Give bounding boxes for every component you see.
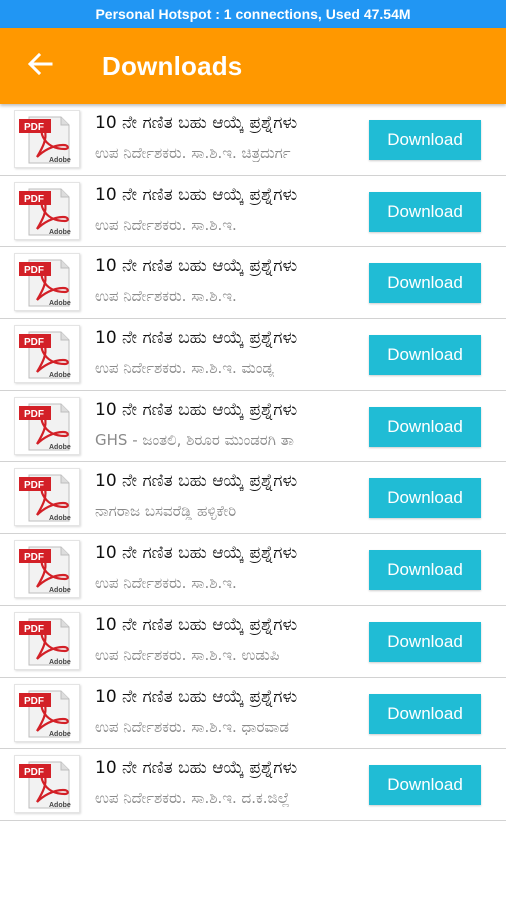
- list-item: PDF Adobe 10 ನೇ ಗಣಿತ ಬಹು ಆಯ್ಕೆ ಪ್ರಶ್ನೆಗಳ…: [0, 749, 506, 821]
- item-title: 10 ನೇ ಗಣಿತ ಬಹು ಆಯ್ಕೆ ಪ್ರಶ್ನೆಗಳು: [95, 758, 298, 779]
- pdf-adobe-icon: PDF Adobe: [14, 181, 80, 240]
- item-title: 10 ನೇ ಗಣಿತ ಬಹು ಆಯ್ಕೆ ಪ್ರಶ್ನೆಗಳು: [95, 543, 298, 564]
- svg-text:Adobe: Adobe: [49, 157, 71, 164]
- download-button[interactable]: Download: [369, 120, 481, 160]
- svg-text:Adobe: Adobe: [49, 300, 71, 307]
- status-bar-text: Personal Hotspot : 1 connections, Used 4…: [95, 6, 411, 22]
- item-subtitle: GHS - ಜಂತಲಿ, ಶಿರೂರ ಮುಂಡರಗಿ ತಾ: [95, 430, 294, 449]
- item-title: 10 ನೇ ಗಣಿತ ಬಹು ಆಯ್ಕೆ ಪ್ರಶ್ನೆಗಳು: [95, 614, 298, 635]
- pdf-adobe-icon: PDF Adobe: [14, 611, 80, 670]
- download-button[interactable]: Download: [369, 335, 481, 376]
- list-item: PDF Adobe 10 ನೇ ಗಣಿತ ಬಹು ಆಯ್ಕೆ ಪ್ರಶ್ನೆಗಳ…: [0, 104, 506, 176]
- pdf-adobe-icon: PDF Adobe: [14, 755, 80, 814]
- app-bar: Downloads: [0, 28, 506, 104]
- svg-text:Adobe: Adobe: [49, 587, 71, 594]
- list-item: PDF Adobe 10 ನೇ ಗಣಿತ ಬಹು ಆಯ್ಕೆ ಪ್ರಶ್ನೆಗಳ…: [0, 606, 506, 678]
- svg-text:Adobe: Adobe: [49, 515, 71, 522]
- item-subtitle: ನಾಗರಾಜ ಬಸವರೆಡ್ಡಿ ಹಳ್ಳಿಕೇರಿ: [95, 502, 237, 521]
- item-subtitle: ಉಪ ನಿರ್ದೇಶಕರು. ಸಾ.ಶಿ.ಇ.: [95, 215, 237, 234]
- svg-text:Adobe: Adobe: [49, 731, 71, 738]
- list-item: PDF Adobe 10 ನೇ ಗಣಿತ ಬಹು ಆಯ್ಕೆ ಪ್ರಶ್ನೆಗಳ…: [0, 319, 506, 391]
- list-item: PDF Adobe 10 ನೇ ಗಣಿತ ಬಹು ಆಯ್ಕೆ ಪ್ರಶ್ನೆಗಳ…: [0, 176, 506, 248]
- download-button[interactable]: Download: [369, 478, 481, 519]
- list-item: PDF Adobe 10 ನೇ ಗಣಿತ ಬಹು ಆಯ್ಕೆ ಪ್ರಶ್ನೆಗಳ…: [0, 462, 506, 535]
- download-button[interactable]: Download: [369, 191, 481, 232]
- pdf-adobe-icon: PDF Adobe: [14, 325, 80, 384]
- arrow-left-icon: [27, 52, 53, 79]
- list-item: PDF Adobe 10 ನೇ ಗಣಿತ ಬಹು ಆಯ್ಕೆ ಪ್ರಶ್ನೆಗಳ…: [0, 678, 506, 750]
- item-subtitle: ಉಪ ನಿರ್ದೇಶಕರು. ಸಾ.ಶಿ.ಇ. ಉಡುಪಿ: [95, 645, 280, 664]
- svg-text:Adobe: Adobe: [49, 444, 71, 451]
- downloads-list: PDF Adobe 10 ನೇ ಗಣಿತ ಬಹು ಆಯ್ಕೆ ಪ್ರಶ್ನೆಗಳ…: [0, 104, 506, 821]
- list-item: PDF Adobe 10 ನೇ ಗಣಿತ ಬಹು ಆಯ್ಕೆ ಪ್ರಶ್ನೆಗಳ…: [0, 247, 506, 320]
- page-title: Downloads: [102, 50, 243, 81]
- status-bar: Personal Hotspot : 1 connections, Used 4…: [0, 0, 506, 28]
- item-title: 10 ನೇ ಗಣಿತ ಬಹು ಆಯ್ಕೆ ಪ್ರಶ್ನೆಗಳು: [95, 686, 298, 707]
- item-subtitle: ಉಪ ನಿರ್ದೇಶಕರು. ಸಾ.ಶಿ.ಇ. ಚಿತ್ರದುರ್ಗ: [95, 144, 291, 162]
- download-button[interactable]: Download: [369, 550, 481, 591]
- download-button[interactable]: Download: [369, 693, 481, 734]
- pdf-adobe-icon: PDF Adobe: [14, 540, 80, 599]
- item-title: 10 ನೇ ಗಣಿತ ಬಹು ಆಯ್ಕೆ ಪ್ರಶ್ನೆಗಳು: [95, 256, 298, 277]
- svg-text:Adobe: Adobe: [49, 659, 71, 666]
- svg-text:Adobe: Adobe: [49, 372, 71, 379]
- download-button[interactable]: Download: [369, 621, 481, 662]
- item-title: 10 ನೇ ಗಣಿತ ಬಹು ಆಯ್ಕೆ ಪ್ರಶ್ನೆಗಳು: [95, 113, 298, 133]
- download-button[interactable]: Download: [369, 263, 481, 304]
- item-subtitle: ಉಪ ನಿರ್ದೇಶಕರು. ಸಾ.ಶಿ.ಇ.: [95, 287, 237, 306]
- item-subtitle: ಉಪ ನಿರ್ದೇಶಕರು. ಸಾ.ಶಿ.ಇ. ದ.ಕ.ಜಿಲ್ಲೆ: [95, 789, 290, 808]
- item-title: 10 ನೇ ಗಣಿತ ಬಹು ಆಯ್ಕೆ ಪ್ರಶ್ನೆಗಳು: [95, 399, 298, 420]
- item-subtitle: ಉಪ ನಿರ್ದೇಶಕರು. ಸಾ.ಶಿ.ಇ. ಧಾರವಾಡ: [95, 717, 289, 736]
- pdf-adobe-icon: PDF Adobe: [14, 468, 80, 527]
- download-button[interactable]: Download: [369, 765, 481, 806]
- list-item: PDF Adobe 10 ನೇ ಗಣಿತ ಬಹು ಆಯ್ಕೆ ಪ್ರಶ್ನೆಗಳ…: [0, 534, 506, 606]
- pdf-adobe-icon: PDF Adobe: [14, 396, 80, 455]
- back-button[interactable]: [0, 28, 80, 104]
- item-title: 10 ನೇ ಗಣಿತ ಬಹು ಆಯ್ಕೆ ಪ್ರಶ್ನೆಗಳು: [95, 184, 298, 205]
- download-button[interactable]: Download: [369, 406, 481, 447]
- pdf-adobe-icon: PDF Adobe: [14, 110, 80, 168]
- item-subtitle: ಉಪ ನಿರ್ದೇಶಕರು. ಸಾ.ಶಿ.ಇ.: [95, 574, 237, 593]
- item-subtitle: ಉಪ ನಿರ್ದೇಶಕರು. ಸಾ.ಶಿ.ಇ. ಮಂಡ್ಯ: [95, 359, 275, 378]
- svg-text:Adobe: Adobe: [49, 802, 71, 809]
- svg-text:Adobe: Adobe: [49, 229, 71, 236]
- pdf-adobe-icon: PDF Adobe: [14, 683, 80, 742]
- list-item: PDF Adobe 10 ನೇ ಗಣಿತ ಬಹು ಆಯ್ಕೆ ಪ್ರಶ್ನೆಗಳ…: [0, 391, 506, 463]
- item-title: 10 ನೇ ಗಣಿತ ಬಹು ಆಯ್ಕೆ ಪ್ರಶ್ನೆಗಳು: [95, 471, 298, 492]
- pdf-adobe-icon: PDF Adobe: [14, 253, 80, 312]
- item-title: 10 ನೇ ಗಣಿತ ಬಹು ಆಯ್ಕೆ ಪ್ರಶ್ನೆಗಳು: [95, 328, 298, 349]
